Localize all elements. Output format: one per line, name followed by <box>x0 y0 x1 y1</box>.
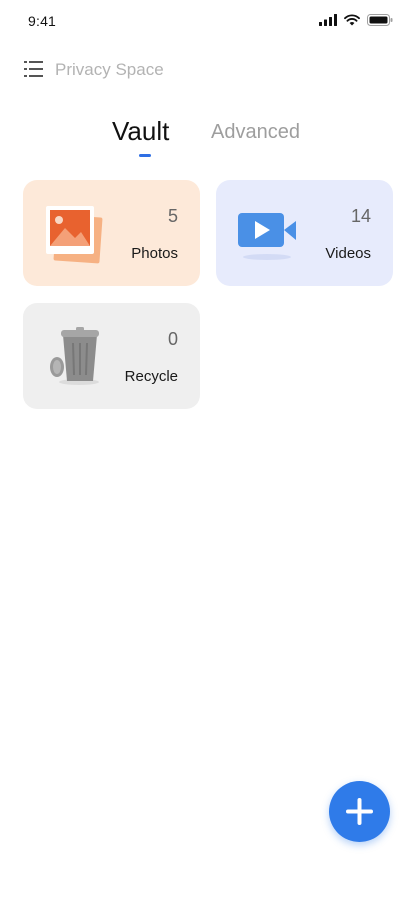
tab-bar: Vault Advanced <box>0 116 415 166</box>
app-title: Privacy Space <box>55 60 164 79</box>
photos-label: Photos <box>131 245 178 262</box>
photos-count: 5 <box>167 206 178 226</box>
wifi-icon <box>344 14 360 26</box>
plus-icon <box>346 798 373 825</box>
status-time: 9:41 <box>28 13 57 29</box>
app-header: Privacy Space <box>0 52 415 86</box>
videos-label: Videos <box>325 245 371 262</box>
cellular-signal-icon <box>319 14 337 26</box>
photos-card[interactable]: 5 Photos <box>23 180 200 286</box>
status-icons <box>319 14 393 26</box>
tab-vault[interactable]: Vault <box>112 116 169 147</box>
recycle-count: 0 <box>167 329 178 349</box>
battery-icon <box>367 14 393 26</box>
recycle-label: Recycle <box>124 368 178 385</box>
videos-card[interactable]: 14 Videos <box>216 180 393 286</box>
trash-can-icon <box>50 327 99 385</box>
video-camera-icon <box>238 213 296 260</box>
photo-stack-icon <box>46 206 103 264</box>
status-bar: 9:41 <box>0 0 415 44</box>
active-tab-indicator <box>139 154 151 157</box>
add-button[interactable] <box>329 781 390 842</box>
recycle-card[interactable]: 0 Recycle <box>23 303 200 409</box>
videos-count: 14 <box>350 206 371 226</box>
tab-advanced[interactable]: Advanced <box>211 121 300 144</box>
menu-list-icon[interactable] <box>24 60 44 78</box>
